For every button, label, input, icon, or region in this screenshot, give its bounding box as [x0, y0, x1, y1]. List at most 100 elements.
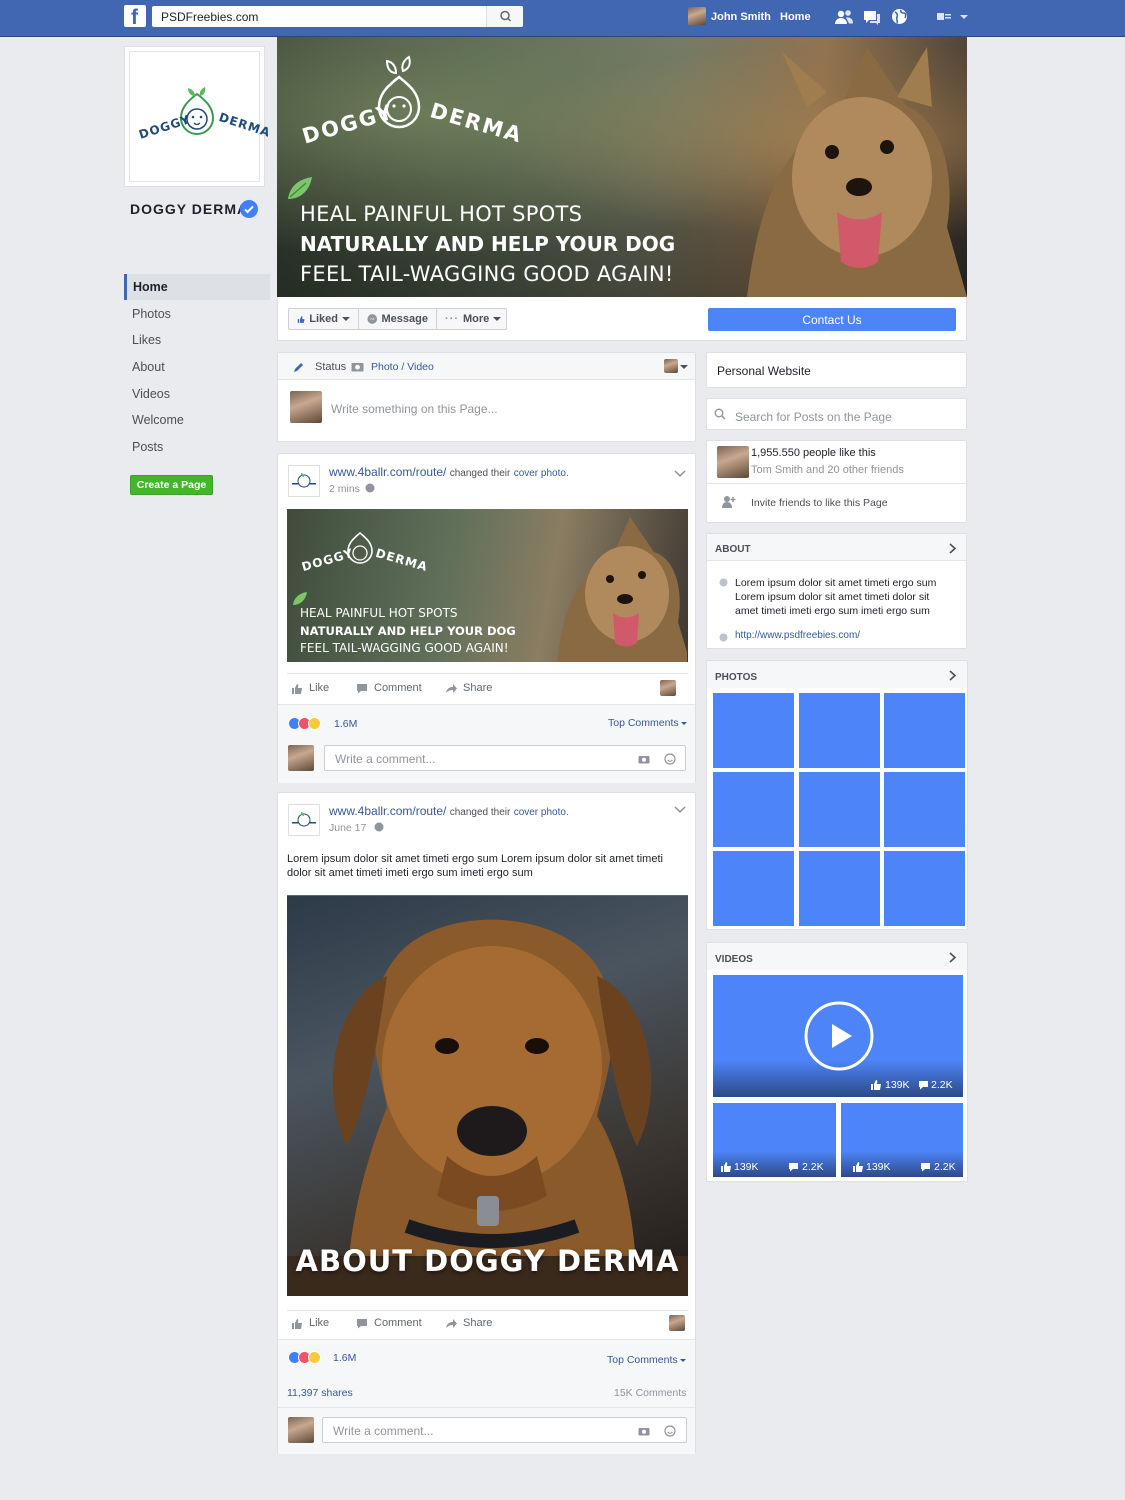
comment-icon — [357, 1318, 367, 1328]
photo-thumbnail[interactable] — [799, 851, 880, 926]
status-tab[interactable]: Status — [315, 361, 346, 373]
video-thumbnail-3[interactable]: 139K 2.2K — [841, 1103, 963, 1177]
composer-avatar-caret-icon[interactable] — [680, 365, 688, 369]
profile-picture[interactable]: DOGGY DERMA — [124, 46, 272, 187]
likes-friend-avatar[interactable] — [717, 446, 749, 478]
photo-thumbnail[interactable] — [799, 772, 880, 847]
post2-timestamp[interactable]: June 17 — [329, 822, 366, 834]
about-chevron-right-icon[interactable] — [949, 543, 957, 554]
post2-page-avatar[interactable] — [288, 804, 320, 836]
photo-thumbnail[interactable] — [713, 693, 794, 768]
page-post-search[interactable]: Search for Posts on the Page — [706, 398, 967, 430]
search-input[interactable]: PSDFreebies.com — [152, 6, 523, 27]
photo-video-tab[interactable]: Photo / Video — [371, 361, 434, 373]
photo-thumbnail[interactable] — [713, 772, 794, 847]
photos-chevron-right-icon[interactable] — [949, 670, 957, 681]
user-name-link[interactable]: John Smith — [711, 11, 771, 23]
message-button[interactable]: Message — [358, 308, 437, 330]
photo-thumbnail[interactable] — [884, 851, 965, 926]
video-thumbnail-2[interactable]: 139K 2.2K — [713, 1103, 836, 1177]
post1-share-as-avatar[interactable] — [660, 680, 676, 696]
invite-friends-link[interactable]: Invite friends to like this Page — [751, 497, 888, 509]
post1-comment-button[interactable]: Comment — [356, 682, 422, 694]
post1-timestamp[interactable]: 2 mins — [329, 483, 360, 495]
post1-like-button[interactable]: Like — [291, 682, 329, 694]
messages-icon[interactable] — [862, 9, 882, 25]
nav-item-videos[interactable]: Videos — [124, 381, 270, 407]
cover-photo[interactable]: DOGGY DERMA HEAL PAINFUL HOT SPOTS NATUR… — [277, 37, 967, 297]
liked-button[interactable]: Liked — [288, 308, 359, 330]
page-name[interactable]: DOGGY DERMA — [130, 201, 248, 217]
post2-share-as-avatar[interactable] — [669, 1315, 685, 1331]
post2-options-chevron-icon[interactable] — [674, 806, 686, 814]
friend-requests-icon[interactable] — [834, 9, 854, 25]
post2-commenter-avatar — [288, 1417, 314, 1443]
post1-comment-input[interactable]: Write a comment... — [324, 745, 686, 771]
post1-comment-camera-icon[interactable] — [638, 754, 650, 764]
post1-author-link[interactable]: www.4ballr.com/route/ — [329, 465, 446, 479]
nav-item-photos[interactable]: Photos — [124, 301, 270, 327]
photos-title[interactable]: PHOTOS — [715, 672, 757, 683]
nav-item-posts[interactable]: Posts — [124, 434, 270, 460]
post2-comments-count[interactable]: 15K Comments — [614, 1387, 686, 1399]
search-button[interactable] — [486, 6, 523, 27]
post2-share-button[interactable]: Share — [445, 1317, 492, 1329]
post2-like-button[interactable]: Like — [291, 1317, 329, 1329]
post2-comment-input[interactable]: Write a comment... — [322, 1417, 687, 1443]
about-card: ABOUT Lorem ipsum dolor sit amet timeti … — [706, 533, 967, 649]
photo-thumbnail[interactable] — [884, 772, 965, 847]
nav-item-welcome[interactable]: Welcome — [124, 407, 270, 433]
post1-image[interactable]: DOGGY DERMA HEAL PAINFUL HOT SPOTS NATUR… — [287, 509, 688, 662]
video-thumbnail-main[interactable]: 139K 2.2K — [713, 975, 963, 1097]
post1-cover-photo-link[interactable]: cover photo. — [514, 468, 569, 479]
notifications-globe-icon[interactable] — [891, 8, 908, 25]
post2-cover-photo-link[interactable]: cover photo. — [514, 807, 569, 818]
post2-comment-emoji-icon[interactable] — [664, 1425, 676, 1437]
videos-chevron-right-icon[interactable] — [949, 952, 957, 963]
photo-thumbnail[interactable] — [713, 851, 794, 926]
video-comment-icon — [789, 1163, 798, 1172]
composer-page-avatar[interactable] — [664, 359, 678, 373]
post2-changed-text: changed their — [449, 807, 511, 818]
personal-website-card[interactable]: Personal Website — [706, 352, 967, 388]
post1-options-chevron-icon[interactable] — [674, 470, 686, 478]
video-main-likes: 139K — [885, 1079, 910, 1091]
nav-item-likes[interactable]: Likes — [124, 327, 270, 353]
create-page-button[interactable]: Create a Page — [130, 475, 213, 495]
user-avatar[interactable] — [688, 7, 706, 25]
post2-top-comments-dropdown[interactable]: Top Comments — [607, 1354, 678, 1366]
home-link[interactable]: Home — [780, 11, 811, 23]
post1-share-button[interactable]: Share — [445, 682, 492, 694]
post2-reaction-count[interactable]: 1.6M — [333, 1352, 356, 1364]
likes-friends[interactable]: Tom Smith and 20 other friends — [751, 464, 904, 476]
post1-logo-icon — [347, 531, 373, 564]
video-main-comments: 2.2K — [931, 1079, 953, 1091]
profile-logo-word-derma: DERMA — [217, 110, 273, 140]
post1-reaction-count[interactable]: 1.6M — [334, 718, 357, 730]
wow-reaction-icon — [308, 717, 321, 730]
photo-thumbnail[interactable] — [799, 693, 880, 768]
post1-top-comments-dropdown[interactable]: Top Comments — [608, 717, 679, 729]
post1-comment-emoji-icon[interactable] — [664, 753, 676, 765]
videos-title[interactable]: VIDEOS — [715, 954, 753, 965]
account-settings-icon[interactable] — [936, 11, 970, 23]
post2-comment-camera-icon[interactable] — [638, 1426, 650, 1436]
nav-item-about[interactable]: About — [124, 354, 270, 380]
post2-top-comments-caret-icon[interactable] — [680, 1359, 686, 1362]
post1-page-avatar[interactable] — [288, 465, 320, 497]
post2-author-link[interactable]: www.4ballr.com/route/ — [329, 804, 446, 818]
contact-us-button[interactable]: Contact Us — [708, 308, 956, 331]
about-website-link[interactable]: http://www.psdfreebies.com/ — [735, 630, 860, 641]
play-button-icon[interactable] — [804, 1001, 874, 1071]
likes-count[interactable]: 1,955.550 people like this — [751, 447, 876, 459]
about-title[interactable]: ABOUT — [715, 544, 751, 555]
composer-input[interactable]: Write something on this Page... — [331, 402, 498, 416]
post1-top-comments-caret-icon[interactable] — [681, 722, 687, 725]
post2-image[interactable]: ABOUT DOGGY DERMA — [287, 895, 688, 1296]
post2-comment-button[interactable]: Comment — [356, 1317, 422, 1329]
more-button[interactable]: ··· More — [436, 308, 507, 330]
nav-item-home[interactable]: Home — [124, 274, 270, 300]
facebook-logo-icon[interactable]: f — [124, 5, 146, 29]
post2-shares-count[interactable]: 11,397 shares — [287, 1387, 353, 1399]
photo-thumbnail[interactable] — [884, 693, 965, 768]
